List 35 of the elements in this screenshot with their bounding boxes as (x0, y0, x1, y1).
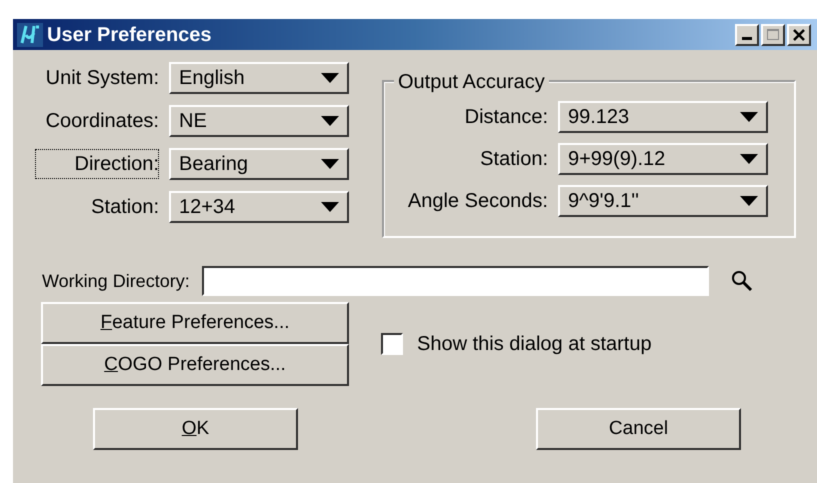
field-label: Distance: (464, 105, 548, 130)
caret-icon (321, 202, 339, 212)
caret-icon (740, 112, 758, 122)
field-label: Station: (90, 195, 159, 220)
field-label: Unit System: (44, 66, 159, 91)
directory-field[interactable] (202, 266, 709, 296)
dropdown[interactable]: 12+34 (169, 191, 349, 223)
preferences-button[interactable]: Feature Preferences... (41, 302, 349, 344)
field-label: Station: (480, 147, 548, 172)
field-label: Direction: (35, 149, 159, 179)
dialog-button[interactable]: OK (93, 408, 298, 450)
dropdown[interactable]: 9^9'9.1'' (558, 185, 768, 217)
dropdown[interactable]: English (169, 62, 349, 94)
search-icon[interactable] (730, 270, 753, 292)
field-label: Coordinates: (44, 109, 159, 134)
dropdown[interactable]: 9+99(9).12 (558, 143, 768, 175)
minimize-icon[interactable] (735, 24, 759, 46)
dropdown[interactable]: Bearing (169, 148, 349, 180)
dialog-button[interactable]: Cancel (536, 408, 741, 450)
checkbox[interactable] (381, 333, 403, 355)
caret-icon (321, 73, 339, 83)
caret-icon (321, 159, 339, 169)
maximize-icon[interactable] (761, 24, 785, 46)
preferences-button[interactable]: COGO Preferences... (41, 344, 349, 386)
field-label: Angle Seconds: (408, 189, 548, 214)
caret-icon (740, 154, 758, 164)
checkbox-label: Show this dialog at startup (417, 332, 652, 357)
window-title: User Preferences (47, 22, 212, 48)
caret-icon (321, 116, 339, 126)
app-icon (17, 22, 43, 46)
field-label: Working Directory: (42, 270, 190, 293)
caret-icon (740, 196, 758, 206)
dropdown[interactable]: 99.123 (558, 101, 768, 133)
dropdown[interactable]: NE (169, 105, 349, 137)
close-icon[interactable] (787, 24, 811, 46)
